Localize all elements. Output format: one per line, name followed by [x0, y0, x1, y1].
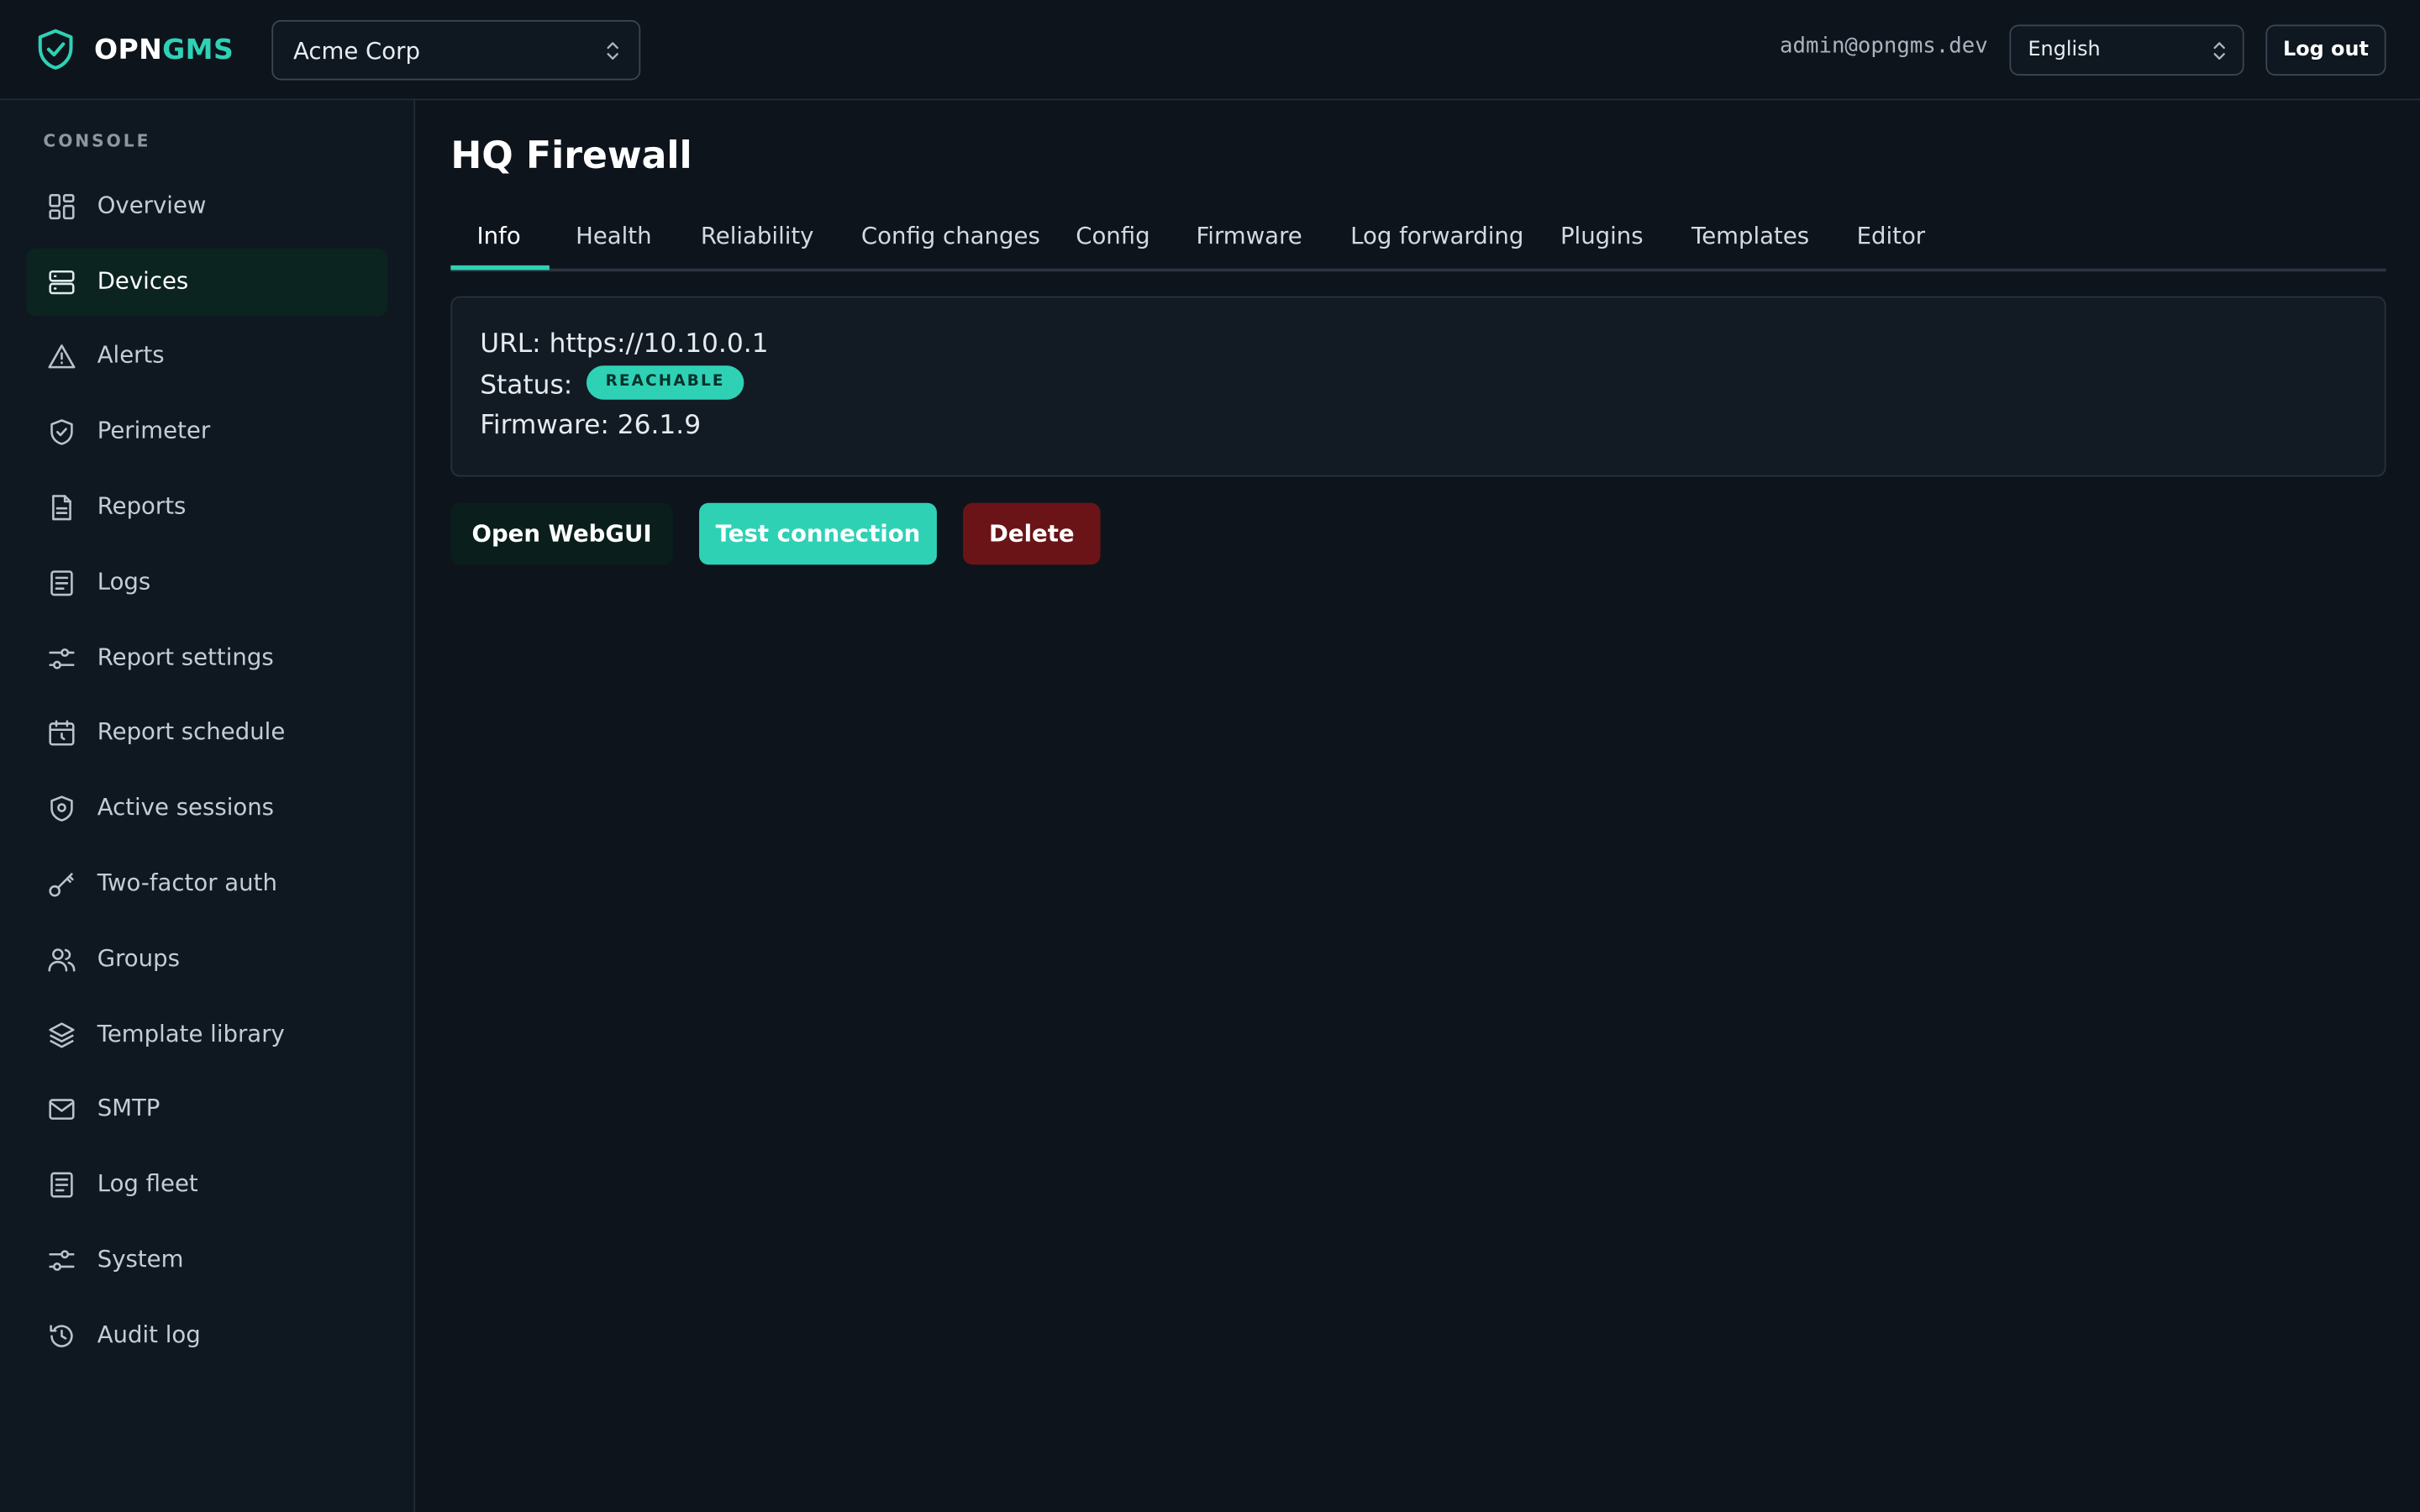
- sidebar-item-label: Log fleet: [97, 1169, 198, 1198]
- brand-name-part2: GMS: [162, 33, 234, 66]
- sidebar-item-label: SMTP: [97, 1094, 160, 1122]
- sidebar-item-label: Reports: [97, 491, 187, 520]
- sliders-icon: [49, 648, 75, 669]
- sidebar-section-label: CONSOLE: [43, 131, 151, 151]
- sidebar-item-template-library[interactable]: Template library: [26, 1001, 387, 1069]
- sidebar-item-groups[interactable]: Groups: [26, 926, 387, 994]
- page-title: HQ Firewall: [450, 134, 692, 178]
- sidebar-item-report-schedule[interactable]: Report schedule: [26, 699, 387, 767]
- sidebar-item-label: Template library: [97, 1020, 285, 1048]
- open-webgui-button[interactable]: Open WebGUI: [450, 502, 673, 565]
- top-bar: OPNGMS Acme Corp admin@opngms.dev Englis…: [0, 0, 2420, 101]
- sidebar-item-label: Alerts: [97, 340, 165, 369]
- device-tabs: Info Health Reliability Config changes C…: [450, 208, 2386, 272]
- language-select-value: English: [2028, 38, 2101, 62]
- sidebar-item-active-sessions[interactable]: Active sessions: [26, 774, 387, 843]
- tab-log-forwarding[interactable]: Log forwarding: [1350, 222, 1523, 249]
- mail-icon: [49, 1099, 75, 1120]
- tab-editor[interactable]: Editor: [1857, 222, 1926, 249]
- status-label: Status:: [480, 370, 573, 402]
- sidebar-item-label: Report settings: [97, 643, 274, 671]
- sidebar-item-label: Audit log: [97, 1320, 201, 1349]
- list-doc-icon: [50, 1172, 73, 1198]
- shield-logo-icon: [38, 29, 73, 70]
- tab-reliability[interactable]: Reliability: [701, 222, 814, 249]
- device-firmware: Firmware: 26.1.9: [480, 410, 702, 442]
- test-connection-button[interactable]: Test connection: [699, 502, 937, 565]
- tab-config-changes[interactable]: Config changes: [861, 222, 1040, 249]
- device-url: URL: https://10.10.0.1: [480, 328, 769, 360]
- sidebar: CONSOLE Overview Devices Alerts Perimete…: [0, 100, 416, 1512]
- sidebar-item-overview[interactable]: Overview: [26, 173, 387, 241]
- sidebar-item-label: Perimeter: [97, 416, 211, 444]
- sidebar-item-devices[interactable]: Devices: [26, 248, 388, 317]
- sidebar-item-label: Report schedule: [97, 717, 286, 746]
- sidebar-item-two-factor-auth[interactable]: Two-factor auth: [26, 850, 387, 918]
- sidebar-item-alerts[interactable]: Alerts: [26, 323, 387, 391]
- user-email: admin@opngms.dev: [1780, 34, 1988, 59]
- device-info-card: URL: https://10.10.0.1 Status: REACHABLE…: [450, 296, 2386, 477]
- sidebar-item-smtp[interactable]: SMTP: [26, 1075, 387, 1143]
- tab-firmware[interactable]: Firmware: [1196, 222, 1302, 249]
- server-icon: [49, 270, 75, 295]
- sidebar-item-label: System: [97, 1245, 184, 1273]
- sidebar-item-system[interactable]: System: [26, 1226, 387, 1294]
- alert-triangle-icon: [48, 344, 76, 369]
- brand-logo[interactable]: OPNGMS: [35, 26, 234, 72]
- tab-info[interactable]: Info: [477, 222, 521, 249]
- sidebar-item-audit-log[interactable]: Audit log: [26, 1302, 387, 1370]
- users-icon: [48, 948, 76, 972]
- shield-check-icon: [50, 419, 73, 445]
- sidebar-item-logs[interactable]: Logs: [26, 549, 387, 617]
- sidebar-item-perimeter[interactable]: Perimeter: [26, 398, 387, 466]
- tab-health[interactable]: Health: [576, 222, 651, 249]
- sidebar-item-report-settings[interactable]: Report settings: [26, 625, 387, 693]
- list-doc-icon: [50, 570, 73, 596]
- sidebar-item-reports[interactable]: Reports: [26, 474, 387, 542]
- history-icon: [50, 1325, 73, 1347]
- tab-templates[interactable]: Templates: [1691, 222, 1809, 249]
- chevron-up-down-icon: [2213, 42, 2225, 60]
- map-pin-shield-icon: [50, 795, 73, 822]
- sidebar-item-label: Logs: [97, 567, 151, 596]
- sidebar-item-label: Two-factor auth: [97, 869, 277, 897]
- sidebar-item-log-fleet[interactable]: Log fleet: [26, 1151, 387, 1219]
- sliders-icon: [49, 1250, 75, 1271]
- status-badge: REACHABLE: [587, 365, 744, 400]
- chevron-up-down-icon: [607, 42, 618, 60]
- key-icon: [49, 873, 74, 897]
- sidebar-item-label: Active sessions: [97, 793, 275, 822]
- sidebar-item-label: Overview: [97, 191, 207, 219]
- file-icon: [52, 495, 71, 521]
- organization-select[interactable]: Acme Corp: [271, 19, 641, 81]
- brand-name-part1: OPN: [94, 33, 163, 66]
- language-select[interactable]: English: [2009, 24, 2244, 76]
- tab-plugins[interactable]: Plugins: [1560, 222, 1644, 249]
- calendar-icon: [49, 720, 75, 746]
- sidebar-item-label: Groups: [97, 944, 180, 973]
- device-status-row: Status: REACHABLE: [480, 365, 744, 402]
- layers-icon: [49, 1022, 75, 1048]
- organization-select-value: Acme Corp: [292, 36, 420, 65]
- main-content: HQ Firewall Info Health Reliability Conf…: [417, 100, 2420, 1512]
- active-tab-indicator: [450, 265, 550, 270]
- delete-button[interactable]: Delete: [963, 502, 1101, 565]
- tab-config[interactable]: Config: [1076, 222, 1150, 249]
- sidebar-item-label: Devices: [97, 266, 189, 295]
- grid-icon: [49, 194, 75, 220]
- logout-button[interactable]: Log out: [2265, 24, 2386, 76]
